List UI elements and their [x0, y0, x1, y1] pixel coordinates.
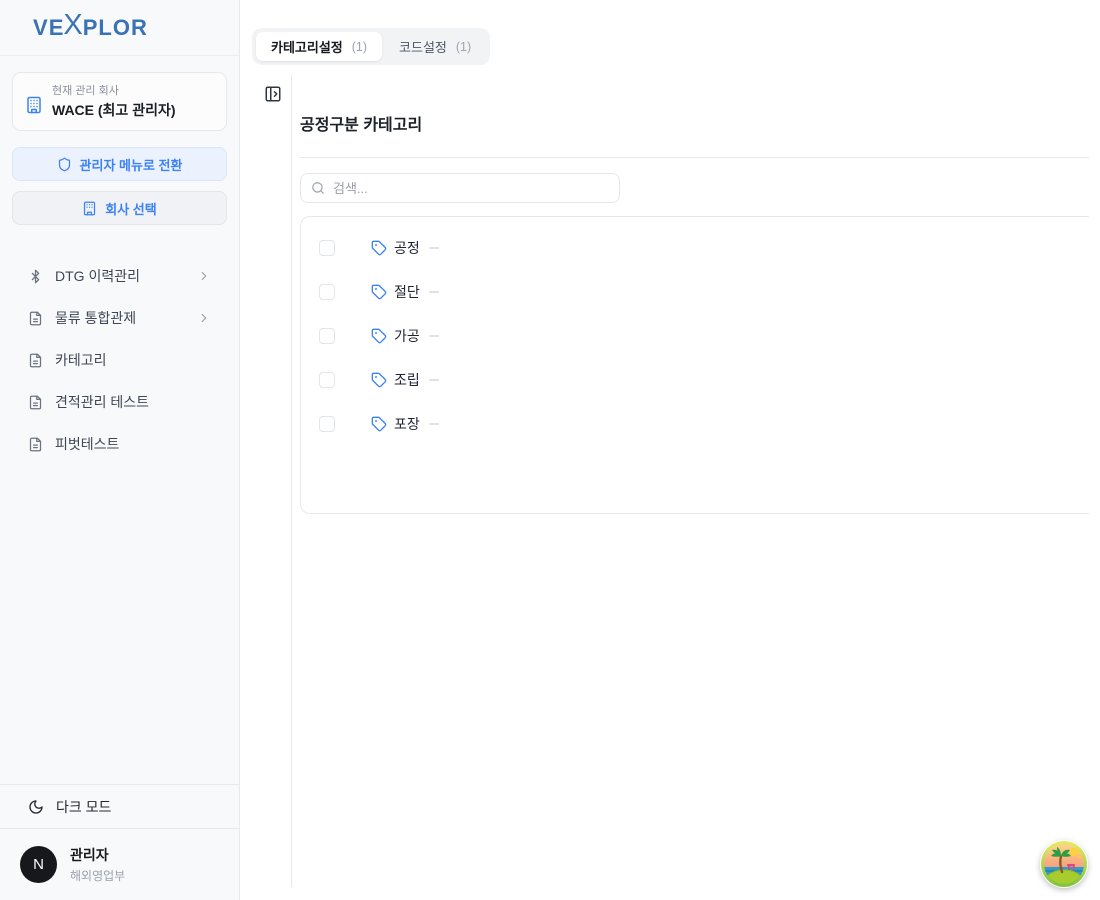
vexplor-logo: VEXPLOR — [33, 11, 148, 44]
file-icon — [28, 311, 43, 326]
sidebar: VEXPLOR 현재 관리 회사 WACE (최고 관리자) 관리자 메뉴로 전… — [0, 0, 240, 900]
file-icon — [28, 395, 43, 410]
dark-mode-toggle[interactable]: 다크 모드 — [0, 784, 239, 829]
checkbox[interactable] — [319, 240, 335, 256]
sidebar-menu: DTG 이력관리 물류 통합관제 카테고리 견적관리 테스트 — [0, 255, 239, 465]
category-row[interactable]: 포장 — [301, 402, 1089, 446]
category-row[interactable]: 가공 — [301, 314, 1089, 358]
tag-icon — [371, 284, 387, 300]
divider — [300, 157, 1089, 158]
island-badge-button[interactable] — [1040, 840, 1088, 888]
switch-admin-menu-label: 관리자 메뉴로 전환 — [80, 155, 183, 174]
category-row[interactable]: 절단 — [301, 270, 1089, 314]
tab-category-settings[interactable]: 카테고리설정 (1) — [256, 32, 382, 61]
category-row[interactable]: 공정 — [301, 226, 1089, 270]
sidebar-item-category[interactable]: 카테고리 — [0, 339, 239, 381]
tag-icon — [371, 416, 387, 432]
checkbox[interactable] — [319, 284, 335, 300]
dash-indicator — [429, 423, 439, 425]
vertical-divider — [291, 75, 292, 887]
current-company-value: WACE (최고 관리자) — [52, 100, 176, 120]
category-label: 가공 — [394, 326, 420, 346]
sidebar-item-dtg-history[interactable]: DTG 이력관리 — [0, 255, 239, 297]
sidebar-item-label: 카테고리 — [55, 350, 107, 370]
dash-indicator — [429, 291, 439, 293]
logo-row: VEXPLOR — [0, 0, 239, 56]
switch-admin-menu-button[interactable]: 관리자 메뉴로 전환 — [12, 147, 227, 181]
logo-text: PLOR — [83, 15, 148, 41]
moon-icon — [28, 799, 44, 815]
building-icon — [25, 96, 43, 119]
sidebar-item-logistics-control[interactable]: 물류 통합관제 — [0, 297, 239, 339]
tag-icon — [371, 328, 387, 344]
sidebar-item-label: DTG 이력관리 — [55, 266, 140, 286]
building-icon — [82, 201, 97, 216]
current-company-card: 현재 관리 회사 WACE (최고 관리자) — [12, 72, 227, 131]
sidebar-item-label: 견적관리 테스트 — [55, 392, 149, 412]
content-panel: 공정구분 카테고리 공정 — [300, 100, 1089, 880]
dash-indicator — [429, 379, 439, 381]
chevron-right-icon — [197, 311, 211, 325]
search-box — [300, 173, 620, 203]
company-select-button[interactable]: 회사 선택 — [12, 191, 227, 225]
palm-island-icon — [1040, 840, 1088, 888]
tab-label: 코드설정 — [399, 37, 447, 56]
dash-indicator — [429, 247, 439, 249]
category-row[interactable]: 조립 — [301, 358, 1089, 402]
tag-icon — [371, 240, 387, 256]
page-title: 공정구분 카테고리 — [300, 114, 1089, 137]
sidebar-item-label: 피벗테스트 — [55, 434, 119, 454]
checkbox[interactable] — [319, 328, 335, 344]
category-label: 조립 — [394, 370, 420, 390]
user-department: 해외영업부 — [70, 867, 125, 884]
current-company-label: 현재 관리 회사 — [52, 82, 176, 98]
tab-count: (1) — [352, 40, 367, 54]
avatar: N — [20, 846, 57, 883]
tab-code-settings[interactable]: 코드설정 (1) — [384, 32, 486, 61]
checkbox[interactable] — [319, 416, 335, 432]
search-icon — [311, 181, 325, 195]
tab-label: 카테고리설정 — [271, 37, 343, 56]
logo-text: V — [33, 15, 49, 41]
tag-icon — [371, 372, 387, 388]
chevron-right-icon — [197, 269, 211, 283]
company-select-label: 회사 선택 — [105, 199, 156, 218]
file-icon — [28, 353, 43, 368]
panel-toggle-icon[interactable] — [264, 85, 282, 103]
search-input[interactable] — [333, 181, 609, 196]
category-label: 공정 — [394, 238, 420, 258]
category-list-card: 공정 절단 가공 — [300, 216, 1089, 514]
tab-bar: 카테고리설정 (1) 코드설정 (1) — [252, 28, 490, 65]
shield-icon — [57, 157, 72, 172]
dash-indicator — [429, 335, 439, 337]
bluetooth-icon — [28, 269, 43, 284]
sidebar-item-label: 물류 통합관제 — [55, 308, 136, 328]
tab-count: (1) — [456, 40, 471, 54]
dark-mode-label: 다크 모드 — [56, 797, 111, 817]
logo-text: X — [63, 9, 83, 42]
user-name: 관리자 — [70, 845, 125, 865]
user-profile[interactable]: N 관리자 해외영업부 — [0, 829, 239, 900]
file-icon — [28, 437, 43, 452]
category-label: 포장 — [394, 414, 420, 434]
sidebar-item-pivot-test[interactable]: 피벗테스트 — [0, 423, 239, 465]
main-area: 카테고리설정 (1) 코드설정 (1) 공정구분 카테고리 — [240, 0, 1100, 900]
checkbox[interactable] — [319, 372, 335, 388]
sidebar-item-quote-test[interactable]: 견적관리 테스트 — [0, 381, 239, 423]
logo-text: E — [49, 15, 65, 41]
category-label: 절단 — [394, 282, 420, 302]
